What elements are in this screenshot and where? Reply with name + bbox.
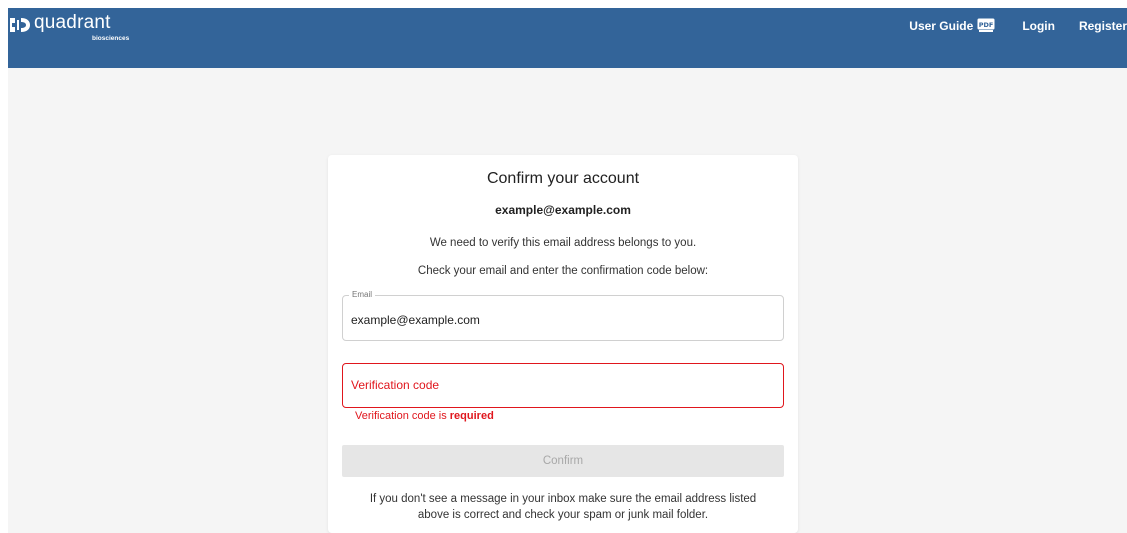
pdf-badge-text: PDF — [979, 21, 994, 29]
confirm-account-card: Confirm your account example@example.com… — [328, 155, 798, 533]
user-guide-label: User Guide — [909, 18, 974, 33]
quadrant-logo-icon — [10, 18, 30, 32]
error-prefix: Verification code is — [355, 410, 450, 422]
top-nav: User Guide PDF Login Register — [909, 18, 1127, 33]
verification-code-field[interactable] — [342, 363, 784, 408]
verification-code-error: Verification code is required — [355, 410, 494, 422]
page-title: Confirm your account — [486, 170, 640, 187]
top-bar: quadrant biosciences User Guide PDF Logi… — [8, 8, 1127, 68]
email-input[interactable] — [351, 313, 771, 327]
confirm-button[interactable]: Confirm — [342, 445, 784, 477]
error-emphasis: required — [449, 410, 494, 422]
pdf-icon: PDF — [977, 18, 995, 32]
brand-subtitle: biosciences — [92, 35, 130, 42]
register-link[interactable]: Register — [1079, 19, 1127, 33]
help-text: If you don't see a message in your inbox… — [348, 491, 778, 523]
email-field[interactable]: Email — [342, 290, 784, 341]
email-field-label: Email — [349, 290, 376, 299]
brand-name: quadrant — [34, 12, 111, 33]
account-email: example@example.com — [495, 203, 631, 217]
help-text-line1: If you don't see a message in your inbox… — [369, 493, 757, 505]
user-guide-link[interactable]: User Guide PDF — [909, 18, 995, 33]
info-text-verify: We need to verify this email address bel… — [429, 237, 697, 249]
help-text-line2: above is correct and check your spam or … — [417, 509, 709, 521]
verification-code-input[interactable] — [351, 378, 771, 392]
info-text-instructions: Check your email and enter the confirmat… — [417, 265, 709, 277]
login-link[interactable]: Login — [1022, 19, 1055, 33]
